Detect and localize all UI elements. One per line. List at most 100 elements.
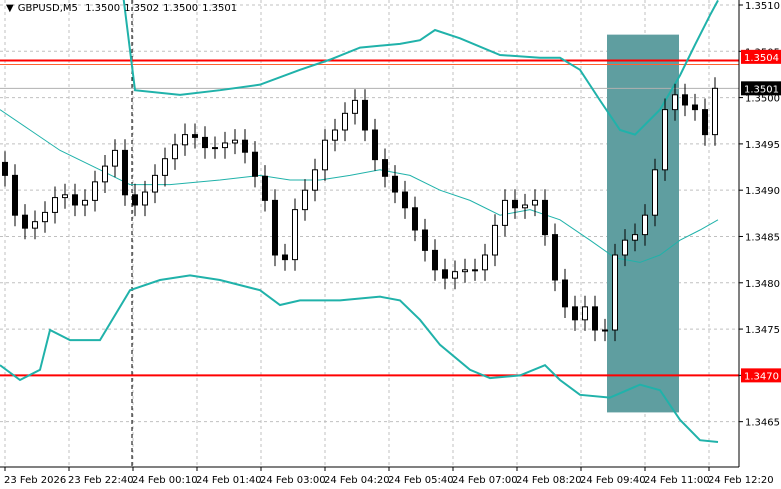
candle-body-bull — [322, 139, 328, 171]
candle-body-bear — [432, 249, 438, 271]
candle-body-bull — [502, 199, 508, 226]
candle — [62, 183, 68, 209]
candle — [562, 268, 568, 318]
candle — [352, 89, 358, 125]
plot-area — [0, 0, 739, 467]
candle-body-bull — [672, 94, 678, 111]
ohlc-high: 1.3502 — [124, 3, 160, 14]
x-tick-label: 24 Feb 00:10 — [132, 475, 198, 486]
candle — [212, 136, 218, 159]
candle-body-bull — [612, 254, 618, 331]
candle-body-bear — [262, 175, 268, 201]
candle-body-bear — [692, 104, 698, 111]
x-tick-label: 24 Feb 01:40 — [196, 475, 262, 486]
candle-body-bear — [392, 175, 398, 193]
level-label: 1.3504 — [744, 53, 779, 64]
candle-body-bull — [32, 221, 38, 229]
candle-body-bull — [622, 239, 628, 256]
candle-body-bull — [82, 199, 88, 206]
candle-body-bear — [252, 151, 258, 177]
candle-body-bear — [2, 161, 8, 176]
candle-body-bull — [292, 209, 298, 261]
candle — [152, 164, 158, 204]
candle-body-bull — [62, 194, 68, 199]
candle — [442, 258, 448, 290]
candle-body-bull — [332, 129, 338, 141]
candle — [522, 193, 528, 219]
y-tick-label: 1.3510 — [745, 1, 780, 12]
candle — [82, 189, 88, 217]
candle — [422, 218, 428, 262]
candle — [272, 189, 278, 267]
candle — [42, 201, 48, 233]
candle-body-bear — [362, 99, 368, 131]
candle — [162, 147, 168, 187]
candle-body-bear — [372, 129, 378, 161]
candle-body-bull — [532, 199, 538, 206]
candle — [292, 198, 298, 271]
candle — [502, 189, 508, 237]
candle — [252, 141, 258, 188]
x-tick-label: 24 Feb 12:20 — [708, 475, 774, 486]
candle-body-bear — [422, 229, 428, 251]
y-tick-label: 1.3475 — [745, 325, 780, 336]
candle-body-bull — [632, 234, 638, 241]
candle-body-bear — [122, 149, 128, 196]
candle-body-bear — [202, 136, 208, 149]
x-tick-label: 24 Feb 03:00 — [260, 475, 326, 486]
candle — [402, 180, 408, 219]
candle — [72, 183, 78, 217]
candle — [92, 170, 98, 212]
candle — [382, 148, 388, 188]
price-chart[interactable]: 1.35101.35051.35001.34951.34901.34851.34… — [0, 0, 781, 489]
candle-body-bull — [112, 149, 118, 167]
candle-body-bear — [282, 254, 288, 261]
candle-body-bear — [442, 269, 448, 279]
candle-body-bear — [702, 109, 708, 136]
candle-body-bull — [472, 269, 478, 272]
candle-body-bull — [102, 165, 108, 183]
x-tick-label: 24 Feb 11:00 — [644, 475, 710, 486]
current-price-label: 1.3501 — [744, 84, 779, 95]
candle-body-bear — [552, 234, 558, 281]
candle — [542, 189, 548, 246]
x-tick-label: 23 Feb 2026 — [4, 475, 66, 486]
candle-body-bull — [142, 191, 148, 206]
candle — [182, 123, 188, 156]
candle — [612, 243, 618, 342]
candle — [702, 98, 708, 146]
candle-body-bull — [482, 254, 488, 271]
y-tick-label: 1.3495 — [745, 140, 780, 151]
candle-body-bull — [232, 139, 238, 144]
candle — [122, 139, 128, 206]
candle — [462, 258, 468, 283]
candle — [52, 186, 58, 224]
candle-body-bull — [352, 99, 358, 114]
candle — [12, 164, 18, 227]
candle — [342, 102, 348, 142]
candle-body-bull — [182, 134, 188, 146]
candle — [172, 133, 178, 170]
candle — [232, 129, 238, 155]
candle-body-bear — [72, 194, 78, 206]
candle-body-bull — [662, 109, 668, 171]
x-tick-label: 23 Feb 22:40 — [68, 475, 134, 486]
candle-body-bull — [712, 87, 718, 136]
candle — [302, 179, 308, 221]
candle — [412, 196, 418, 242]
candle-body-bear — [22, 214, 28, 229]
candle-body-bull — [92, 181, 98, 201]
candle-body-bear — [402, 191, 408, 209]
chart-window[interactable]: 1.35101.35051.35001.34951.34901.34851.34… — [0, 0, 781, 489]
candle-body-bull — [172, 144, 178, 160]
candle — [222, 131, 228, 159]
candle-body-bull — [212, 147, 218, 150]
triangle-down-icon[interactable]: ▼ — [6, 3, 14, 14]
x-tick-label: 24 Feb 09:40 — [580, 475, 646, 486]
candle-body-bull — [652, 169, 658, 216]
candle-body-bear — [512, 199, 518, 209]
candle — [472, 258, 478, 281]
candle — [552, 223, 558, 292]
candle-body-bear — [562, 279, 568, 308]
candle-body-bull — [222, 142, 228, 149]
